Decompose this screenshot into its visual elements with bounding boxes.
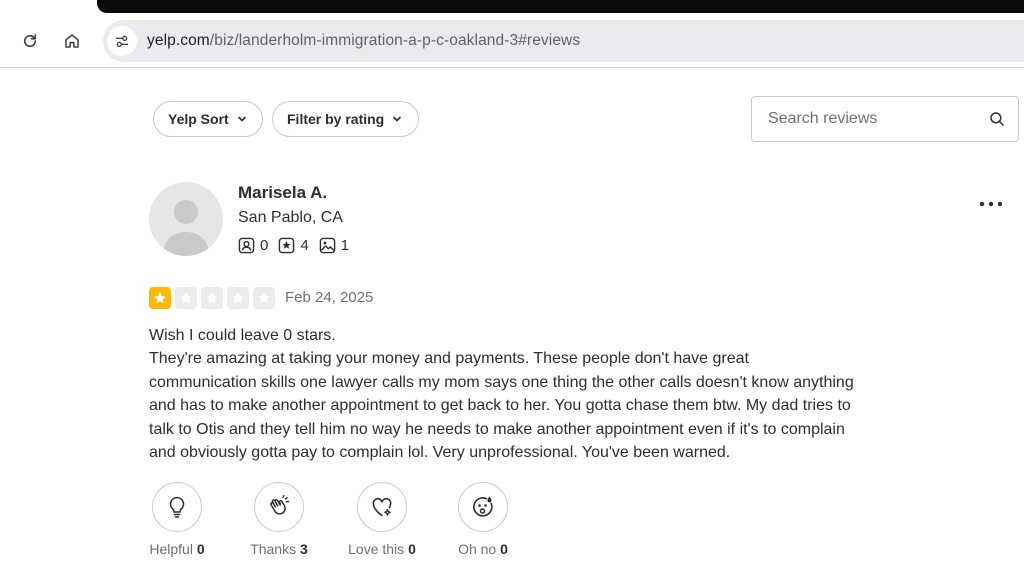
chrome-divider bbox=[0, 67, 1024, 68]
friends-icon bbox=[238, 237, 255, 254]
heart-sparkle-icon bbox=[372, 497, 392, 517]
reviewer-location: San Pablo, CA bbox=[238, 209, 343, 226]
star-empty-icon bbox=[175, 287, 197, 309]
url-host: yelp.com bbox=[147, 32, 210, 49]
default-user-icon bbox=[163, 200, 209, 256]
search-reviews-box bbox=[751, 96, 1019, 142]
reviews-count: 4 bbox=[300, 237, 309, 254]
review-star-icon bbox=[279, 237, 295, 254]
oh-no-reaction: Oh no 0 bbox=[452, 482, 514, 557]
filter-by-rating-dropdown[interactable]: Filter by rating bbox=[272, 101, 419, 137]
site-info-button[interactable] bbox=[107, 26, 137, 56]
photos-count: 1 bbox=[340, 237, 350, 254]
oh-no-count: 0 bbox=[500, 541, 508, 557]
thanks-label: Thanks 3 bbox=[244, 541, 314, 557]
search-reviews-input[interactable] bbox=[768, 110, 975, 128]
oh-no-face-icon bbox=[473, 496, 493, 517]
thanks-count: 3 bbox=[300, 541, 308, 557]
review-text: Wish I could leave 0 stars. They're amaz… bbox=[149, 324, 929, 464]
chevron-down-icon bbox=[393, 116, 402, 122]
love-this-button[interactable] bbox=[357, 482, 407, 532]
address-bar[interactable]: yelp.com/biz/landerholm-immigration-a-p-… bbox=[103, 20, 1024, 62]
review-line: and has to make another appointment to g… bbox=[149, 397, 851, 415]
review-line: communication skills one lawyer calls my… bbox=[149, 373, 854, 391]
star-empty-icon bbox=[201, 287, 223, 309]
photo-icon bbox=[319, 237, 335, 254]
reload-icon bbox=[23, 34, 37, 48]
more-options-button[interactable] bbox=[978, 196, 1008, 214]
love-this-label: Love this 0 bbox=[343, 541, 421, 557]
reload-button[interactable] bbox=[18, 29, 42, 53]
oh-no-label: Oh no 0 bbox=[452, 541, 514, 557]
photos-stat: 1 bbox=[319, 237, 349, 254]
url-path: /biz/landerholm-immigration-a-p-c-oaklan… bbox=[209, 32, 581, 49]
helpful-reaction: Helpful 0 bbox=[145, 482, 209, 557]
helpful-button[interactable] bbox=[152, 482, 202, 532]
helpful-text: Helpful bbox=[149, 541, 193, 557]
filter-by-rating-label: Filter by rating bbox=[287, 111, 385, 127]
star-rating bbox=[149, 287, 279, 309]
star-empty-icon bbox=[253, 287, 275, 309]
search-icon bbox=[989, 112, 1004, 126]
love-this-text: Love this bbox=[348, 541, 405, 557]
star-filled-icon bbox=[149, 287, 171, 309]
yelp-sort-dropdown[interactable]: Yelp Sort bbox=[153, 101, 263, 137]
ellipsis-icon bbox=[979, 201, 1003, 207]
friends-count: 0 bbox=[260, 237, 269, 254]
browser-tab-strip bbox=[97, 0, 1024, 13]
love-this-reaction: Love this 0 bbox=[343, 482, 421, 557]
star-empty-icon bbox=[227, 287, 249, 309]
clapping-hands-icon bbox=[270, 495, 290, 515]
home-icon bbox=[65, 34, 79, 48]
thanks-reaction: Thanks 3 bbox=[244, 482, 314, 557]
review-line: talk to Otis and they tell him no way he… bbox=[149, 420, 845, 438]
helpful-label: Helpful 0 bbox=[145, 541, 209, 557]
thanks-button[interactable] bbox=[254, 482, 304, 532]
review-line: Wish I could leave 0 stars. bbox=[149, 327, 336, 344]
oh-no-button[interactable] bbox=[458, 482, 508, 532]
lightbulb-icon bbox=[169, 496, 185, 518]
love-this-count: 0 bbox=[408, 541, 416, 557]
home-button[interactable] bbox=[60, 29, 84, 53]
friends-stat: 0 bbox=[238, 237, 268, 254]
oh-no-text: Oh no bbox=[458, 541, 497, 557]
thanks-text: Thanks bbox=[250, 541, 297, 557]
review-line: They're amazing at taking your money and… bbox=[149, 350, 749, 368]
tune-icon bbox=[116, 35, 128, 47]
review-date: Feb 24, 2025 bbox=[285, 289, 374, 306]
chevron-down-icon bbox=[237, 116, 246, 122]
reviewer-stats: 0 4 1 bbox=[238, 237, 359, 254]
reviewer-name[interactable]: Marisela A. bbox=[238, 183, 327, 203]
avatar[interactable] bbox=[149, 182, 223, 256]
review-line: and obviously gotta pay to complain lol.… bbox=[149, 444, 731, 462]
search-button[interactable] bbox=[975, 97, 1018, 141]
reviews-stat: 4 bbox=[278, 237, 309, 254]
yelp-sort-label: Yelp Sort bbox=[168, 111, 229, 127]
url-text: yelp.com/biz/landerholm-immigration-a-p-… bbox=[147, 32, 580, 50]
helpful-count: 0 bbox=[196, 541, 205, 557]
